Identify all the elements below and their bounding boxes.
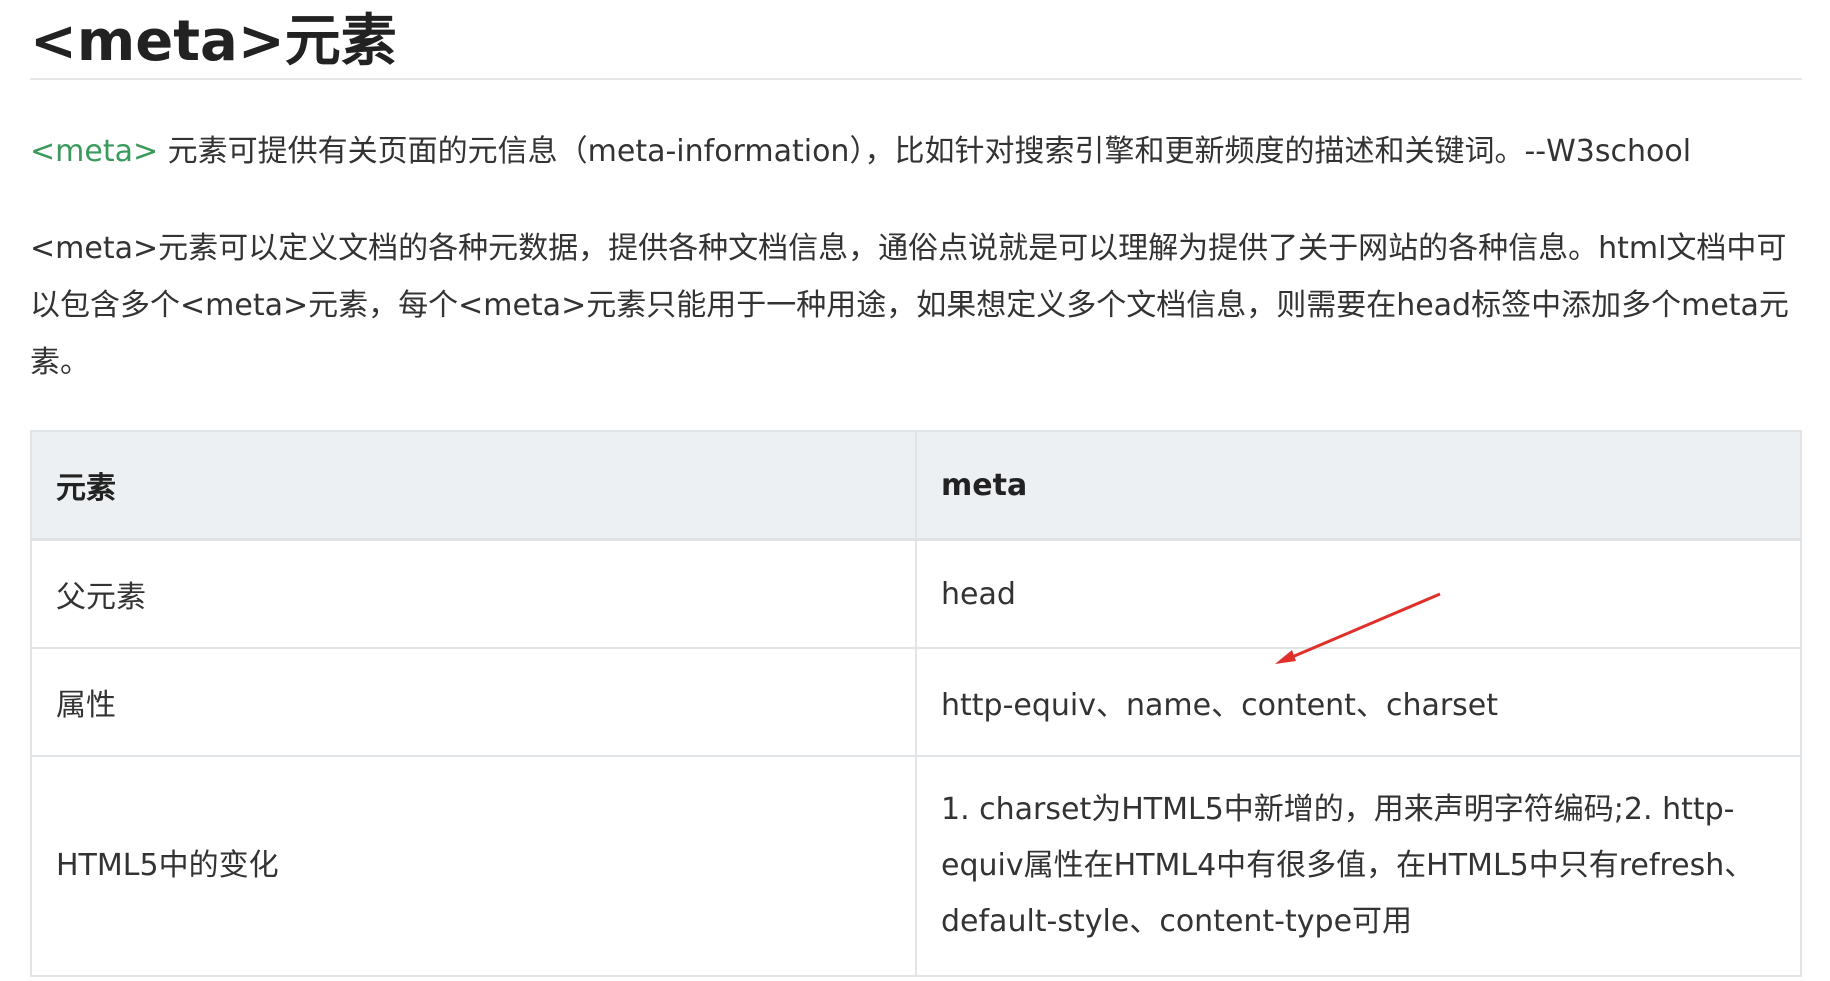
table-row: HTML5中的变化 1. charset为HTML5中新增的，用来声明字符编码;… [30,755,1802,977]
table-cell-value: head [915,538,1802,649]
table-cell-value: 1. charset为HTML5中新增的，用来声明字符编码;2. http-eq… [915,755,1802,977]
table-cell-label: HTML5中的变化 [30,755,917,977]
meta-tag-code: <meta> [30,134,159,169]
table-cell-value: http-equiv、name、content、charset [915,647,1802,757]
table-row: 父元素 head [30,538,1802,649]
table-header-meta: meta [915,430,1802,541]
table-cell-label: 父元素 [30,538,917,649]
table-row: 属性 http-equiv、name、content、charset [30,647,1802,757]
meta-info-table: 元素 meta 父元素 head 属性 http-equiv、name、cont… [30,430,1802,977]
intro-paragraph: <meta> 元素可提供有关页面的元信息（meta-information），比… [30,124,1691,180]
page-title: <meta>元素 [30,0,1802,80]
article: <meta>元素 <meta> 元素可提供有关页面的元信息（meta-infor… [30,0,1802,977]
description-paragraph: <meta>元素可以定义文档的各种元数据，提供各种文档信息，通俗点说就是可以理解… [30,231,1789,380]
table-header-row: 元素 meta [30,430,1802,541]
intro-text: 元素可提供有关页面的元信息（meta-information），比如针对搜索引擎… [158,134,1692,169]
table-cell-label: 属性 [30,647,917,757]
table-header-element: 元素 [30,430,917,541]
